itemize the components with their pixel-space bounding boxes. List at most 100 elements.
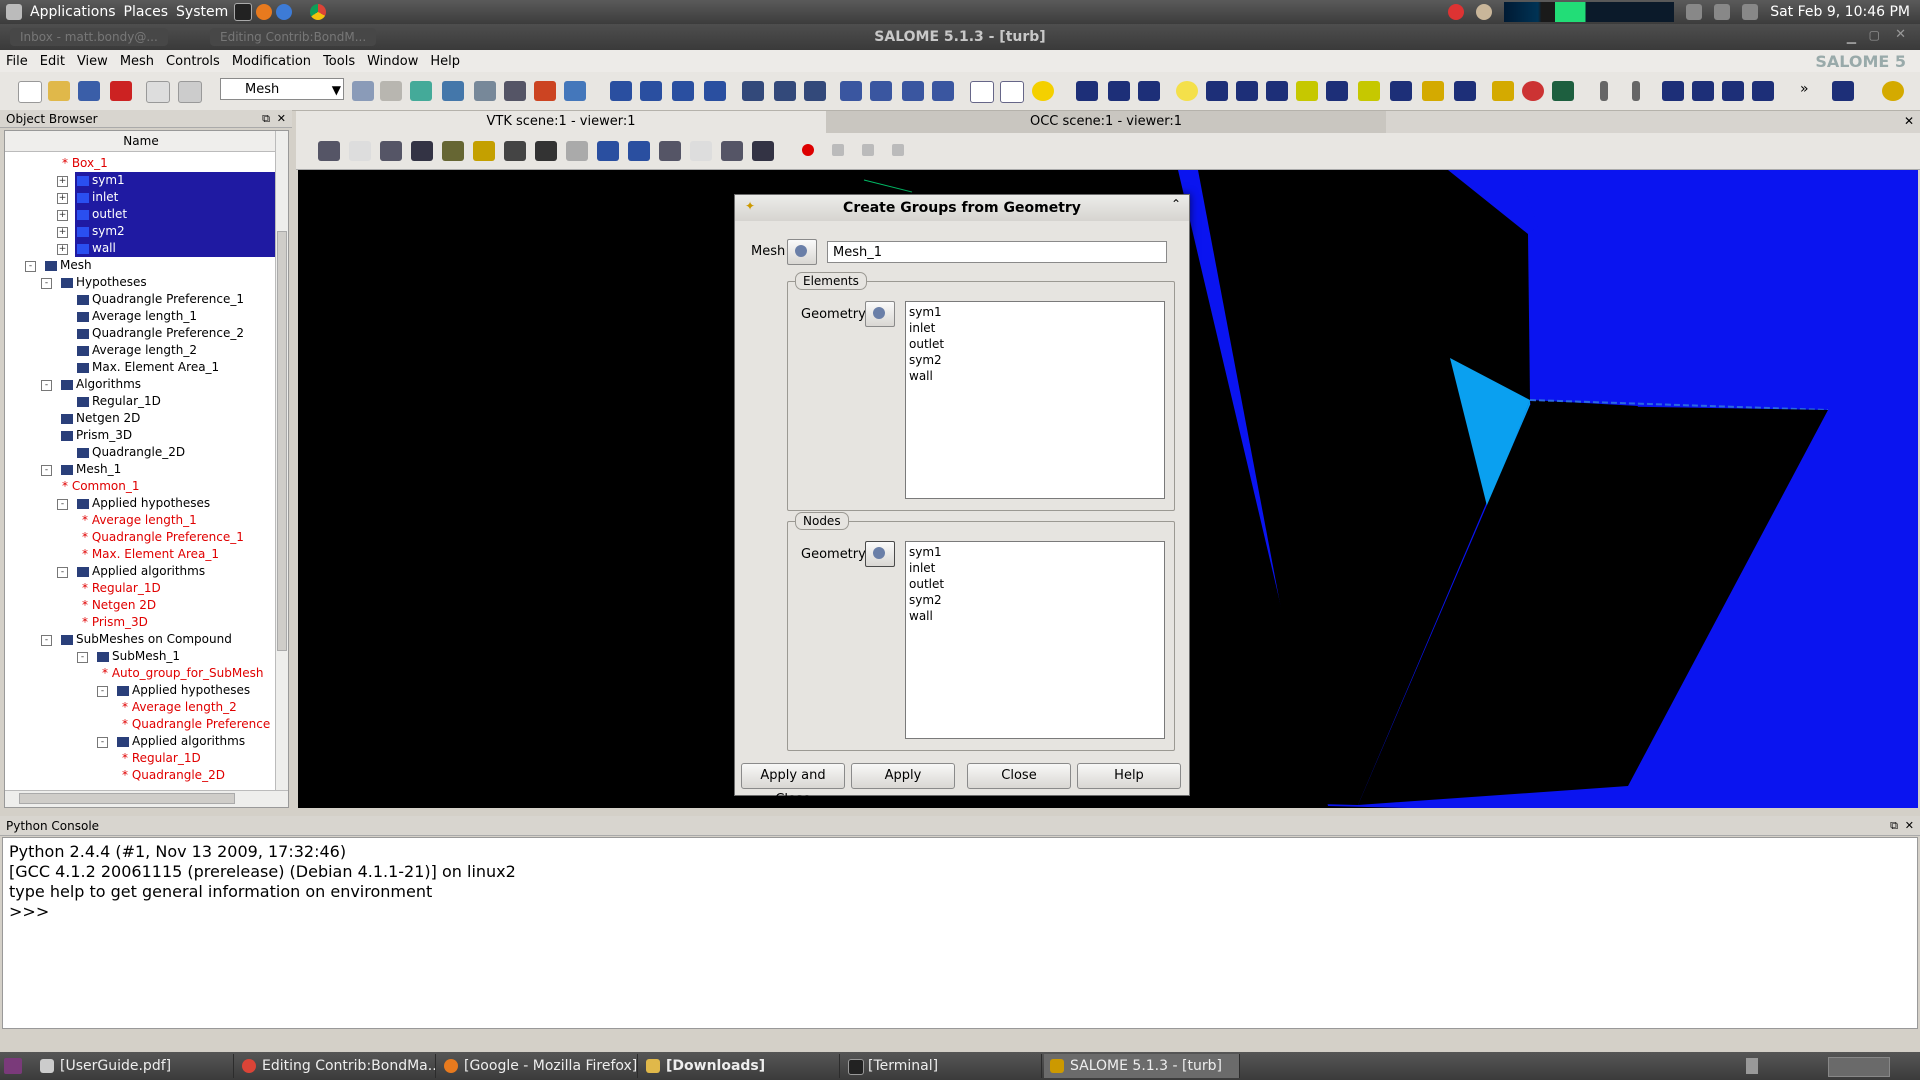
tree-item[interactable]: Regular_1D <box>75 393 161 410</box>
expand-icon[interactable]: + <box>57 176 68 187</box>
task-terminal[interactable]: [Terminal] <box>842 1054 1042 1078</box>
tree-item[interactable]: - Algorithms <box>41 376 141 393</box>
list-item[interactable]: outlet <box>909 576 1161 592</box>
tree-item[interactable]: - Hypotheses <box>41 274 147 291</box>
group-icon[interactable] <box>840 81 862 101</box>
pentagon-icon[interactable] <box>1752 81 1774 101</box>
view-left-icon[interactable] <box>721 141 743 161</box>
tree-item[interactable]: * Regular_1D <box>119 750 201 767</box>
expand-icon[interactable]: + <box>57 227 68 238</box>
edit-group-icon[interactable] <box>902 81 924 101</box>
menu-controls[interactable]: Controls <box>160 54 226 69</box>
menu-modification[interactable]: Modification <box>226 54 317 69</box>
tree-item[interactable]: Quadrangle_2D <box>75 444 185 461</box>
hscrollbar-thumb[interactable] <box>19 793 235 804</box>
renumber-icon[interactable] <box>1552 81 1574 101</box>
play-icon[interactable] <box>832 144 844 156</box>
collapse-icon[interactable]: - <box>57 499 68 510</box>
pan-icon[interactable] <box>380 141 402 161</box>
tree-item[interactable]: * Netgen 2D <box>79 597 156 614</box>
list-item[interactable]: sym1 <box>909 544 1161 560</box>
mesh-field[interactable]: Mesh_1 <box>827 241 1167 263</box>
show-desktop-icon[interactable] <box>4 1058 22 1074</box>
volume-icon[interactable] <box>1714 4 1731 20</box>
tree-item[interactable]: Prism_3D <box>59 427 132 444</box>
tree-item[interactable]: * Quadrangle_2D <box>119 767 225 784</box>
gear-icon[interactable] <box>742 81 764 101</box>
task-userguide[interactable]: [UserGuide.pdf] <box>34 1054 234 1078</box>
view-top-icon[interactable] <box>659 141 681 161</box>
edge-icon[interactable] <box>1206 81 1228 101</box>
expand-icon[interactable]: + <box>57 210 68 221</box>
gnome-foot-icon[interactable] <box>6 4 22 20</box>
applications-menu[interactable]: Applications <box>30 4 116 20</box>
dialog-menu-icon[interactable]: ✦ <box>745 199 755 213</box>
tree-item[interactable]: Average length_1 <box>75 308 197 325</box>
system-menu[interactable]: System <box>176 4 228 20</box>
tree-item[interactable]: * Quadrangle Preference <box>119 716 270 733</box>
extra-icon[interactable] <box>1882 81 1904 101</box>
clock[interactable]: Sat Feb 9, 10:46 PM <box>1770 4 1910 20</box>
firefox-launcher-icon[interactable] <box>256 4 273 20</box>
zoom-icon[interactable] <box>411 141 433 161</box>
info-b-icon[interactable] <box>1000 81 1024 103</box>
nodes-geometry-list[interactable]: sym1 inlet outlet sym2 wall <box>905 541 1165 739</box>
reset-icon[interactable] <box>566 141 588 161</box>
list-item[interactable]: sym2 <box>909 592 1161 608</box>
tree-item[interactable]: + sym2 <box>57 223 277 240</box>
terminal-launcher-icon[interactable] <box>234 3 253 21</box>
tree-item[interactable]: - Applied algorithms <box>57 563 205 580</box>
elements-geometry-list[interactable]: sym1 inlet outlet sym2 wall <box>905 301 1165 499</box>
dialog-collapse-icon[interactable]: ⌃ <box>1171 197 1181 211</box>
tree-item[interactable]: * Prism_3D <box>79 614 148 631</box>
fit-all-icon[interactable] <box>442 141 464 161</box>
collapse-icon[interactable]: - <box>41 380 52 391</box>
compute-mesh-icon[interactable] <box>704 81 726 101</box>
group-geometry-icon[interactable] <box>870 81 892 101</box>
tree-item[interactable]: * Regular_1D <box>79 580 161 597</box>
close-button[interactable]: Close <box>967 763 1071 789</box>
prism-icon[interactable] <box>1422 81 1444 101</box>
edit-mesh-icon[interactable] <box>672 81 694 101</box>
mesh-select-button[interactable] <box>787 239 817 265</box>
menu-edit[interactable]: Edit <box>34 54 71 69</box>
remove-icon[interactable] <box>1522 81 1544 101</box>
help-button[interactable]: Help <box>1077 763 1181 789</box>
trash-icon[interactable] <box>1746 1058 1758 1074</box>
apply-button[interactable]: Apply <box>851 763 955 789</box>
column-header-name[interactable]: Name <box>5 131 277 152</box>
import-icon[interactable] <box>410 81 432 101</box>
places-menu[interactable]: Places <box>124 4 169 20</box>
info-a-icon[interactable] <box>970 81 994 103</box>
module-combo[interactable]: Mesh ▼ <box>220 78 344 100</box>
mesh-module-icon[interactable] <box>380 81 402 101</box>
module-activate-icon[interactable] <box>352 81 374 101</box>
tree-item[interactable]: Quadrangle Preference_2 <box>75 325 244 342</box>
polygon-icon[interactable] <box>1296 81 1318 101</box>
tree-item[interactable]: + wall <box>57 240 277 257</box>
scrollbar-thumb[interactable] <box>277 231 287 651</box>
record-icon[interactable] <box>802 144 814 156</box>
pyramid-icon[interactable] <box>1390 81 1412 101</box>
tree-item[interactable]: * Max. Element Area_1 <box>79 546 219 563</box>
gear-2-icon[interactable] <box>774 81 796 101</box>
list-item[interactable]: inlet <box>909 560 1161 576</box>
list-item[interactable]: wall <box>909 368 1161 384</box>
tree-item[interactable]: + outlet <box>57 206 277 223</box>
quad-outline-icon[interactable] <box>1722 81 1744 101</box>
collapse-icon[interactable]: - <box>25 261 36 272</box>
collapse-icon[interactable]: - <box>41 635 52 646</box>
tree-item[interactable]: * Auto_group_for_SubMesh <box>99 665 263 682</box>
tree-item[interactable]: - SubMesh_1 <box>77 648 180 665</box>
tree-item[interactable]: Quadrangle Preference_1 <box>75 291 244 308</box>
mail-icon[interactable] <box>1742 4 1759 20</box>
collapse-icon[interactable]: - <box>41 278 52 289</box>
geometry-icon[interactable] <box>442 81 464 101</box>
node-icon[interactable] <box>1176 81 1198 101</box>
console-undock-icon[interactable]: ⧉ <box>1890 816 1898 836</box>
dot-2-icon[interactable] <box>1632 81 1640 101</box>
list-item[interactable]: sym1 <box>909 304 1161 320</box>
dialog-title[interactable]: Create Groups from Geometry <box>735 195 1189 221</box>
task-editing-contrib[interactable]: Editing Contrib:BondMa... <box>236 1054 436 1078</box>
more-icon[interactable]: » <box>1800 81 1822 101</box>
